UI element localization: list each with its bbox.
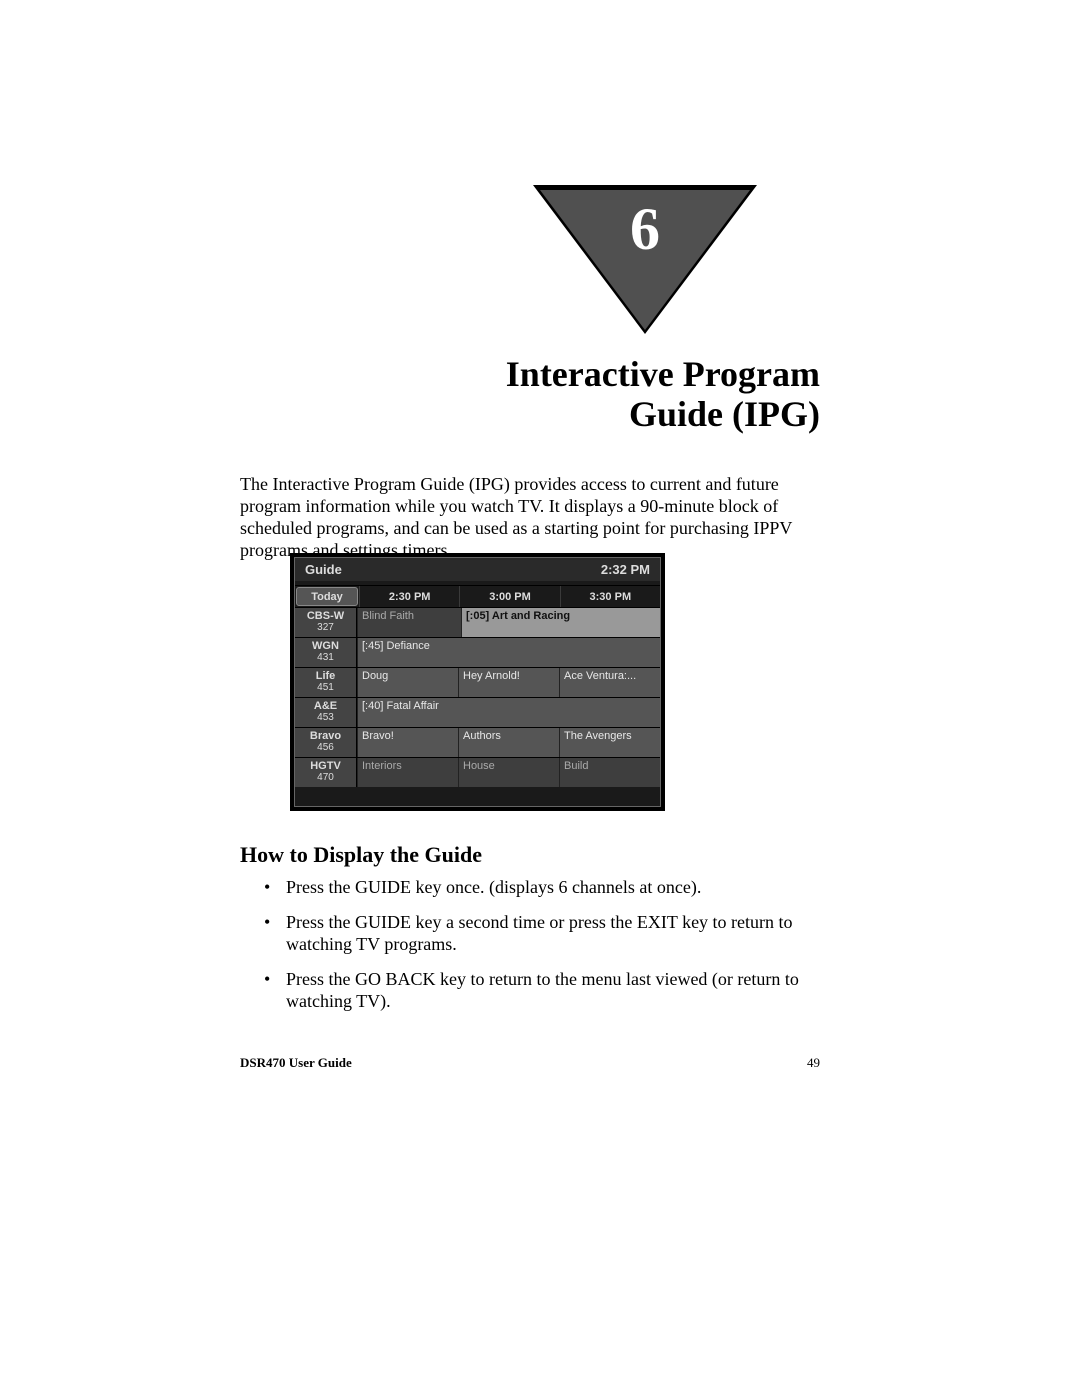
guide-row: A&E453[:40] Fatal Affair <box>295 697 660 727</box>
instruction-item: Press the GUIDE key a second time or pre… <box>264 911 820 956</box>
guide-row: WGN431[:45] Defiance <box>295 637 660 667</box>
program-cell[interactable]: Build <box>559 758 660 787</box>
guide-row: Life451DougHey Arnold!Ace Ventura:... <box>295 667 660 697</box>
channel-label[interactable]: Life451 <box>295 668 357 697</box>
time-header: 2:30 PM <box>359 586 459 607</box>
channel-label[interactable]: CBS-W327 <box>295 608 357 637</box>
program-cell[interactable]: Ace Ventura:... <box>559 668 660 697</box>
chapter-title-line1: Interactive Program <box>506 354 820 394</box>
guide-row: Bravo456Bravo!AuthorsThe Avengers <box>295 727 660 757</box>
instruction-item: Press the GUIDE key once. (displays 6 ch… <box>264 876 820 899</box>
guide-row: HGTV470InteriorsHouseBuild <box>295 757 660 787</box>
program-cell[interactable]: Doug <box>357 668 458 697</box>
program-cell[interactable]: [:45] Defiance <box>357 638 660 667</box>
section-heading: How to Display the Guide <box>240 842 482 868</box>
program-cell[interactable]: Bravo! <box>357 728 458 757</box>
program-cell[interactable]: The Avengers <box>559 728 660 757</box>
ipg-screenshot: Guide 2:32 PM Today2:30 PM3:00 PM3:30 PM… <box>290 553 665 811</box>
program-cell[interactable]: [:40] Fatal Affair <box>357 698 660 727</box>
footer-page-number: 49 <box>807 1055 820 1071</box>
instruction-item: Press the GO BACK key to return to the m… <box>264 968 820 1013</box>
chapter-title: Interactive Program Guide (IPG) <box>240 355 820 434</box>
time-header: 3:30 PM <box>560 586 660 607</box>
program-cell[interactable]: House <box>458 758 559 787</box>
time-header: 3:00 PM <box>459 586 559 607</box>
footer-doc-title: DSR470 User Guide <box>240 1055 352 1071</box>
guide-row: CBS-W327Blind Faith[:05] Art and Racing <box>295 607 660 637</box>
program-cell[interactable]: Interiors <box>357 758 458 787</box>
channel-label[interactable]: A&E453 <box>295 698 357 727</box>
program-cell[interactable]: [:05] Art and Racing <box>461 608 660 637</box>
channel-label[interactable]: Bravo456 <box>295 728 357 757</box>
channel-label[interactable]: WGN431 <box>295 638 357 667</box>
guide-clock: 2:32 PM <box>601 562 650 577</box>
channel-label[interactable]: HGTV470 <box>295 758 357 787</box>
today-button[interactable]: Today <box>296 587 358 606</box>
chapter-title-line2: Guide (IPG) <box>629 394 820 434</box>
program-cell[interactable]: Hey Arnold! <box>458 668 559 697</box>
program-cell[interactable]: Blind Faith <box>357 608 461 637</box>
page-footer: DSR470 User Guide 49 <box>240 1055 820 1071</box>
program-cell[interactable]: Authors <box>458 728 559 757</box>
instruction-list: Press the GUIDE key once. (displays 6 ch… <box>264 876 820 1025</box>
guide-title: Guide <box>305 562 342 577</box>
intro-paragraph: The Interactive Program Guide (IPG) prov… <box>240 474 820 562</box>
chapter-number: 6 <box>540 195 750 264</box>
